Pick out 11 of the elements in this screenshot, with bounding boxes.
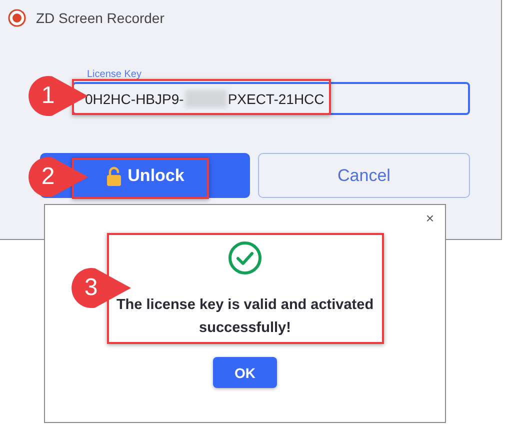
lock-icon: [106, 166, 122, 186]
blurred-text: [184, 90, 227, 108]
step-number-callout-overlay: 2: [27, 156, 89, 198]
close-button[interactable]: ×: [422, 210, 437, 226]
window-title: ZD Screen Recorder: [36, 10, 164, 26]
record-icon: [8, 9, 26, 27]
success-message: The license key is valid and activated successfully!: [115, 296, 375, 338]
cancel-button[interactable]: Cancel: [258, 153, 470, 198]
ok-button[interactable]: OK: [213, 357, 277, 388]
field-label: License Key: [86, 69, 142, 80]
success-check-icon: [228, 241, 262, 275]
